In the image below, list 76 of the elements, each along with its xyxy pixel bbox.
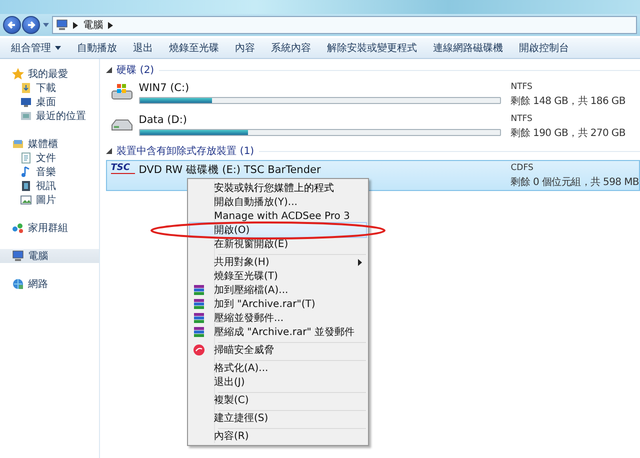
toolbar-button[interactable]: 燒錄至光碟 <box>162 39 226 57</box>
nav-item[interactable]: 最近的位置 <box>36 109 86 123</box>
film-icon <box>20 180 32 192</box>
monitor-icon <box>20 96 32 108</box>
toolbar-button[interactable]: 退出 <box>126 39 160 57</box>
back-arrow-icon <box>7 20 17 30</box>
submenu-arrow-icon <box>358 258 362 266</box>
menu-item[interactable]: 燒錄至光碟(T) <box>190 269 366 283</box>
chevron-icon <box>108 22 113 28</box>
history-dropdown-button[interactable] <box>41 23 51 27</box>
caret-icon <box>43 23 49 27</box>
collapse-triangle-icon <box>106 67 112 73</box>
drive-name: Data (D:) <box>138 114 188 126</box>
menu-item[interactable]: 加到壓縮檔(A)... <box>190 283 366 297</box>
folder-icon <box>20 110 32 122</box>
drive-name: DVD RW 磁碟機 (E:) TSC BarTender <box>138 163 322 177</box>
free-space-label: 剩餘 148 GB，共 186 GB <box>510 94 626 108</box>
nav-item[interactable]: 家用群組 <box>28 221 68 235</box>
nav-item[interactable]: 視訊 <box>36 179 56 193</box>
toolbar-button[interactable]: 解除安裝或變更程式 <box>320 39 424 57</box>
section-header[interactable]: 硬碟 (2) <box>116 63 154 77</box>
folder-icon <box>12 138 24 150</box>
image-icon <box>20 194 32 206</box>
swirl-badge-icon <box>193 344 205 356</box>
nav-item[interactable]: 圖片 <box>36 193 56 207</box>
toolbar-button[interactable]: 連線網路磁碟機 <box>426 39 510 57</box>
windows-drive-icon <box>110 82 133 100</box>
computer-icon <box>56 19 68 31</box>
breadcrumb-item[interactable]: 電腦 <box>83 18 103 32</box>
toolbar-button[interactable]: 自動播放 <box>70 39 124 57</box>
toolbar-button[interactable]: 組合管理 <box>4 39 68 57</box>
archive-books-icon <box>193 312 205 324</box>
section-header[interactable]: 裝置中含有卸除式存放裝置 (1) <box>116 144 254 158</box>
menu-item[interactable]: 退出(J) <box>190 375 366 389</box>
star-icon <box>12 68 24 80</box>
free-space-label: 剩餘 190 GB，共 270 GB <box>510 126 626 140</box>
archive-books-icon <box>193 284 205 296</box>
menu-item[interactable]: Manage with ACDSee Pro 3 <box>190 209 366 223</box>
forward-arrow-icon <box>26 20 36 30</box>
file-system-label: CDFS <box>510 163 534 173</box>
file-system-label: NTFS <box>510 82 534 92</box>
address-field[interactable]: 電腦 <box>52 16 637 34</box>
nav-item[interactable]: 媒體櫃 <box>28 137 58 151</box>
nav-item[interactable]: 我的最愛 <box>28 67 68 81</box>
nav-item[interactable]: 音樂 <box>36 165 56 179</box>
nav-item[interactable]: 文件 <box>36 151 56 165</box>
archive-books-icon <box>193 298 205 310</box>
brand-logo: TSC <box>110 163 135 174</box>
menu-item[interactable]: 加到 "Archive.rar"(T) <box>190 297 366 311</box>
nav-item[interactable]: 下載 <box>36 81 56 95</box>
nav-item[interactable]: 網路 <box>28 277 48 291</box>
menu-item[interactable]: 開啟自動播放(Y)... <box>190 195 366 209</box>
selected-nav-item[interactable]: 電腦 <box>0 249 99 263</box>
music-note-icon <box>20 166 32 178</box>
toolbar-button[interactable]: 開啟控制台 <box>512 39 576 57</box>
forward-button[interactable] <box>22 16 40 34</box>
drive-tile[interactable]: Data (D:) NTFS 剩餘 190 GB，共 270 GB <box>106 111 640 142</box>
computer-icon <box>12 250 24 262</box>
free-space-label: 剩餘 0 個位元組，共 598 MB <box>510 176 639 189</box>
archive-books-icon <box>193 326 205 338</box>
document-icon <box>20 152 32 164</box>
file-system-label: NTFS <box>510 114 534 124</box>
chevron-icon <box>73 22 78 28</box>
menu-item[interactable]: 壓縮並發郵件... <box>190 311 366 325</box>
folder-icon <box>20 82 32 94</box>
caret-icon <box>55 46 61 50</box>
toolbar-button[interactable]: 系統內容 <box>264 39 318 57</box>
drive-name: WIN7 (C:) <box>138 82 190 94</box>
nav-item[interactable]: 桌面 <box>36 95 56 109</box>
collapse-triangle-icon <box>106 148 112 154</box>
menu-item[interactable]: 壓縮成 "Archive.rar" 並發郵件 <box>190 325 366 339</box>
people-icon <box>12 222 24 234</box>
globe-icon <box>12 278 24 290</box>
drive-tile[interactable]: WIN7 (C:) NTFS 剩餘 148 GB，共 186 GB <box>106 79 640 110</box>
toolbar-button[interactable]: 內容 <box>228 39 262 57</box>
back-button[interactable] <box>3 16 21 34</box>
